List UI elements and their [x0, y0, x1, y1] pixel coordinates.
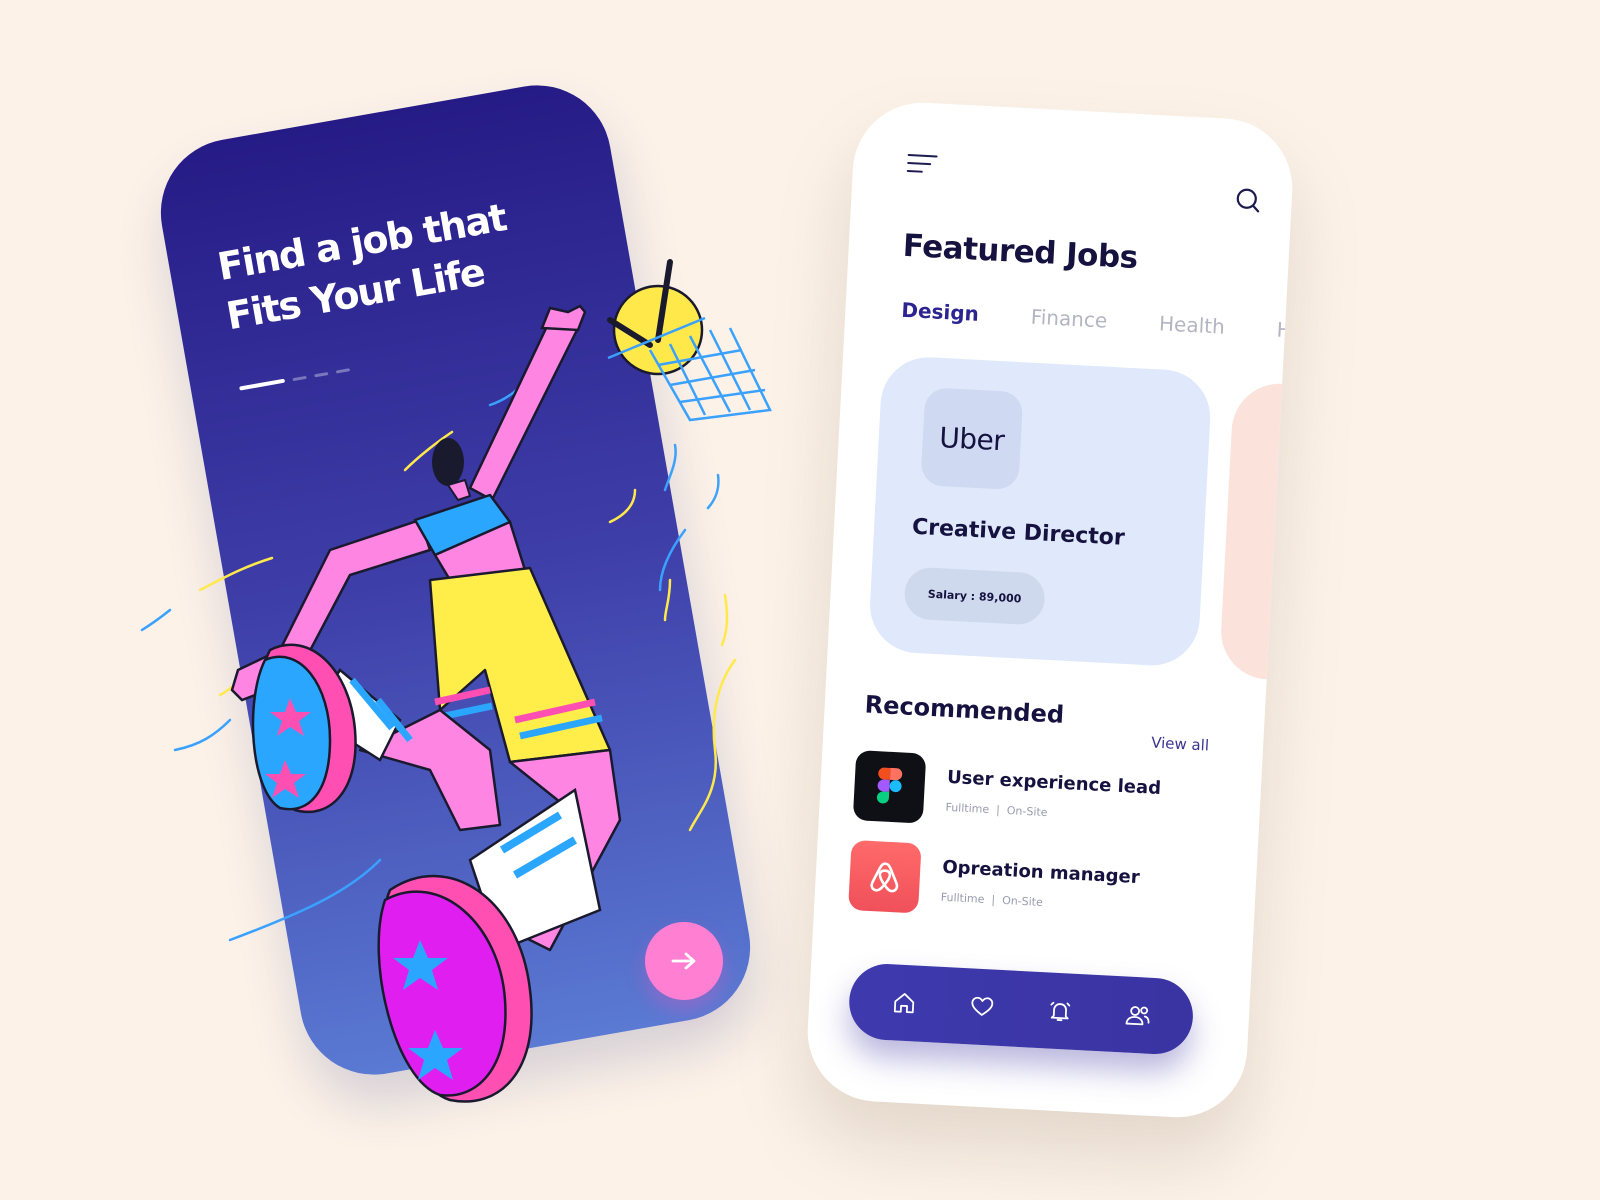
- job-type: Fulltime: [940, 890, 985, 906]
- meta-separator: |: [991, 893, 996, 907]
- nav-home-button[interactable]: [883, 982, 925, 1024]
- tab-finance[interactable]: Finance: [1030, 305, 1108, 333]
- figma-logo: [852, 750, 927, 824]
- job-location: On-Site: [1006, 804, 1048, 820]
- bell-icon: [1050, 1001, 1071, 1022]
- next-button[interactable]: [645, 922, 723, 1000]
- users-icon: [1125, 1006, 1150, 1026]
- figma-icon: [876, 767, 903, 804]
- meta-separator: |: [995, 803, 1001, 817]
- search-button[interactable]: [1235, 187, 1262, 214]
- jobs-screen: Featured Jobs Design Finance Health Hote…: [804, 99, 1296, 1121]
- arrow-right-icon: [671, 952, 696, 970]
- airbnb-icon: [870, 862, 899, 893]
- recommended-job-meta: Fulltime | On-Site: [940, 891, 1043, 909]
- app-showcase: Find a job that Fits Your Life Featured …: [0, 0, 1600, 1200]
- airbnb-logo: [848, 839, 922, 914]
- next-featured-job-card[interactable]: [1218, 381, 1296, 684]
- salary-badge: Salary : 89,000: [903, 566, 1046, 626]
- recommended-job-item[interactable]: User experience lead Fulltime | On-Site: [852, 750, 1236, 842]
- bottom-navigation: [847, 962, 1195, 1056]
- job-type: Fulltime: [945, 800, 990, 817]
- menu-icon: [906, 153, 944, 174]
- company-logo: Uber: [920, 387, 1024, 491]
- recommended-title: Recommended: [864, 690, 1065, 729]
- job-location: On-Site: [1001, 893, 1044, 910]
- featured-jobs-title: Featured Jobs: [901, 227, 1139, 277]
- nav-favorites-button[interactable]: [961, 986, 1003, 1028]
- home-icon: [893, 993, 915, 1014]
- menu-button[interactable]: [906, 153, 944, 184]
- nav-profile-button[interactable]: [1117, 994, 1159, 1036]
- featured-job-title: Creative Director: [911, 514, 1126, 551]
- view-all-link[interactable]: View all: [1151, 733, 1210, 754]
- heart-icon: [971, 996, 994, 1016]
- tab-hotel[interactable]: Hote: [1276, 317, 1296, 343]
- recommended-job-meta: Fulltime | On-Site: [945, 801, 1048, 819]
- nav-notifications-button[interactable]: [1039, 990, 1081, 1032]
- recommended-job-item[interactable]: Opreation manager Fulltime | On-Site: [848, 839, 1231, 932]
- tab-health[interactable]: Health: [1159, 311, 1226, 338]
- category-tabs: Design Finance Health Hote: [901, 298, 1296, 344]
- recommended-job-title: Opreation manager: [941, 856, 1141, 889]
- tab-design[interactable]: Design: [901, 298, 980, 326]
- featured-job-card[interactable]: Uber Creative Director Salary : 89,000: [867, 354, 1213, 668]
- search-icon: [1236, 188, 1260, 213]
- recommended-job-title: User experience lead: [946, 766, 1162, 800]
